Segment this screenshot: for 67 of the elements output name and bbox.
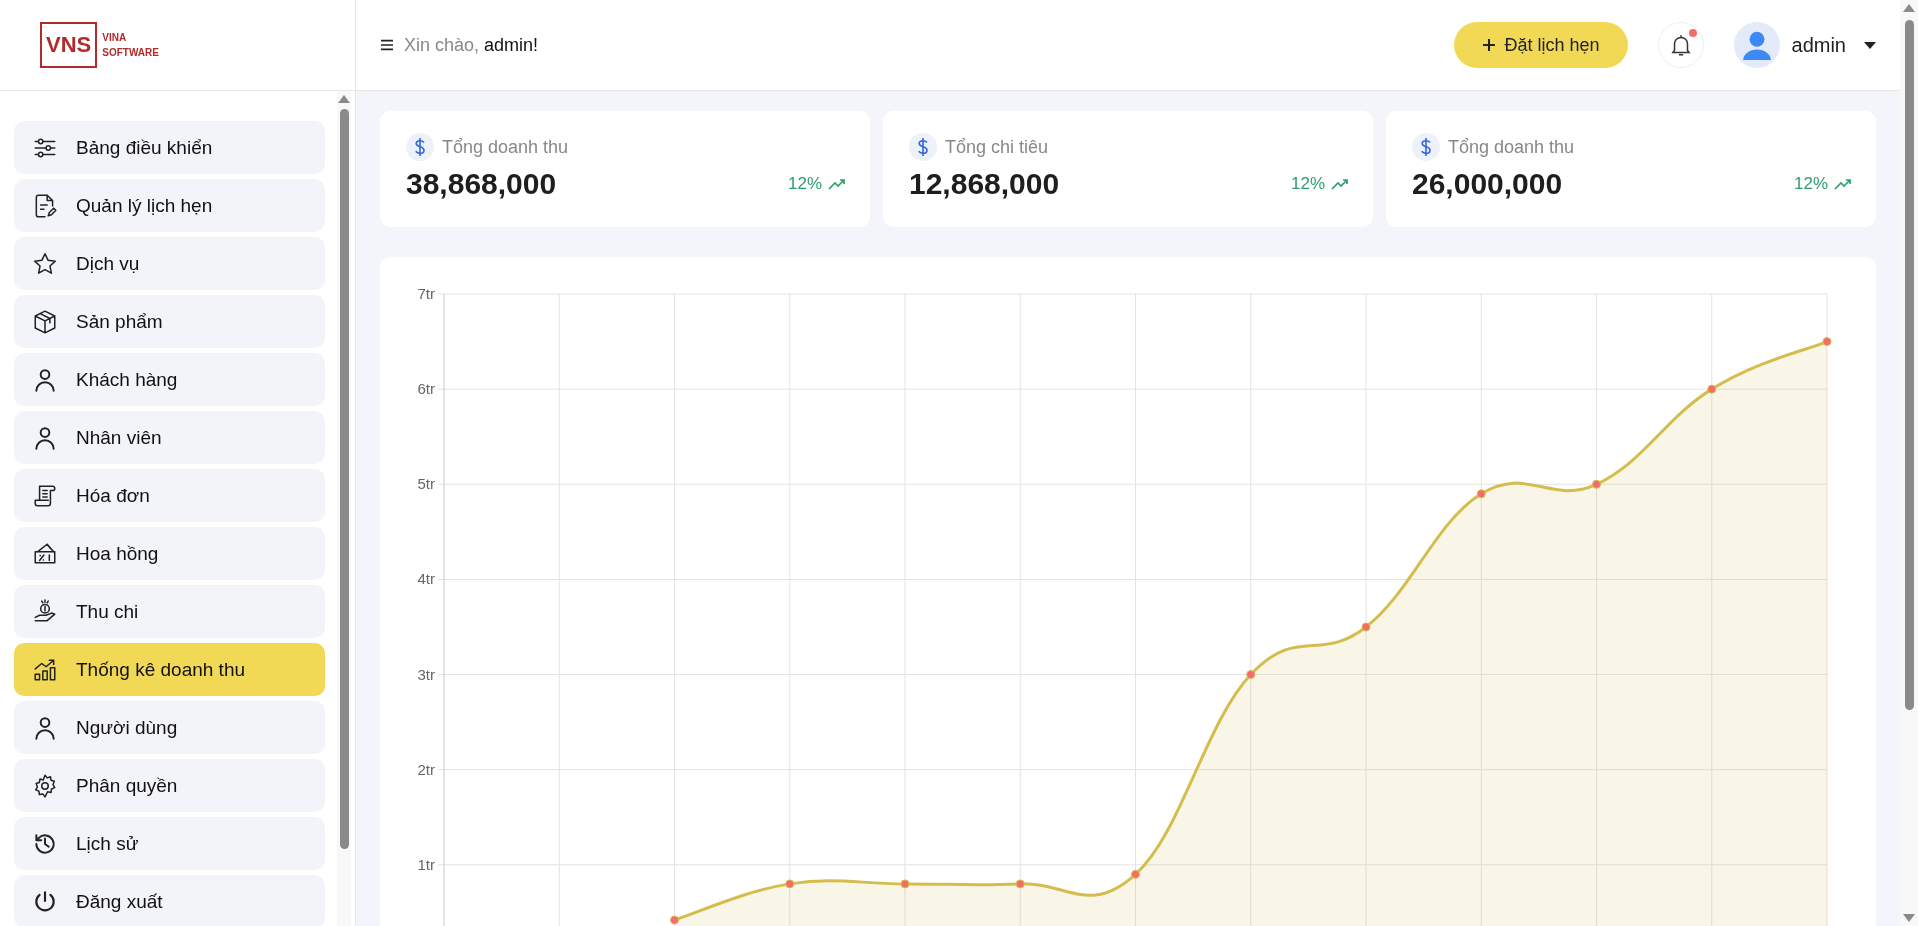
company-logo: VNS VINA SOFTWARE — [40, 22, 159, 68]
stat-value: 26,000,000 — [1412, 167, 1564, 201]
stat-value: 38,868,000 — [406, 167, 558, 201]
data-point — [670, 915, 679, 925]
sidebar-item[interactable]: Hóa đơn — [14, 469, 325, 522]
box-icon — [32, 308, 58, 335]
data-point — [1361, 622, 1371, 632]
trend-up-icon — [1834, 178, 1852, 190]
bar-chart-icon — [32, 656, 58, 683]
person-icon — [32, 366, 58, 393]
dollar-icon — [909, 133, 937, 161]
y-axis-label: 5tr — [417, 475, 435, 493]
y-axis-label: 6tr — [417, 380, 435, 398]
y-axis-label: 1tr — [417, 855, 435, 873]
stat-label: Tổng doanh thu — [442, 136, 569, 158]
caret-icon — [1864, 41, 1876, 49]
person-icon — [32, 424, 58, 451]
stat-label: Tổng chi tiêu — [945, 136, 1049, 158]
sidebar-item[interactable]: Dịch vụ — [14, 237, 325, 290]
data-point — [900, 879, 910, 889]
data-point — [1707, 384, 1717, 394]
data-point — [1822, 337, 1832, 347]
dollar-icon — [1412, 133, 1440, 161]
dollar-icon — [406, 133, 434, 161]
sidebar-item[interactable]: Nhân viên — [14, 411, 325, 464]
y-axis-label: 3tr — [417, 665, 435, 683]
data-point — [1131, 869, 1140, 879]
star-icon — [32, 250, 58, 277]
gear-icon — [32, 772, 58, 799]
greeting-text: Xin chào, — [404, 34, 480, 56]
sidebar-item[interactable]: Người dùng — [14, 701, 325, 754]
user-name-text: admin! — [484, 34, 539, 56]
stat-value: 12,868,000 — [909, 167, 1061, 201]
sidebar-item[interactable]: Khách hàng — [14, 353, 325, 406]
y-axis-label: 4tr — [417, 570, 435, 588]
change-percent: 12% — [787, 174, 822, 194]
account-menu[interactable]: admin — [1733, 22, 1876, 68]
sidebar-item[interactable]: Đăng xuất — [14, 875, 325, 926]
data-point — [1246, 670, 1256, 680]
trend-up-icon — [1331, 178, 1349, 190]
sidebar-item[interactable]: Sản phẩm — [14, 295, 325, 348]
change-percent: 12% — [1793, 174, 1828, 194]
receipt-icon — [32, 482, 58, 509]
y-axis-label: 7tr — [417, 285, 435, 302]
plus-icon — [1482, 38, 1497, 52]
sidebar-item[interactable]: Hoa hồng — [14, 527, 325, 580]
data-point — [785, 879, 795, 889]
trend-up-icon — [828, 178, 846, 190]
sidebar-item[interactable]: Quản lý lịch hẹn — [14, 179, 325, 232]
data-point — [1015, 879, 1025, 889]
sidebar-item[interactable]: Phân quyền — [14, 759, 325, 812]
sidebar-item[interactable]: Lịch sử — [14, 817, 325, 870]
scrollbar[interactable] — [337, 91, 351, 926]
y-axis-label: 2tr — [417, 760, 435, 778]
sidebar-item[interactable]: Thống kê doanh thu — [14, 643, 325, 696]
book-appointment-button[interactable]: Đặt lịch hẹn — [1454, 22, 1628, 68]
stat-label: Tổng doanh thu — [1448, 136, 1575, 158]
avatar-icon — [1733, 22, 1780, 68]
data-point — [1476, 489, 1486, 499]
person-icon — [32, 714, 58, 741]
change-percent: 12% — [1290, 174, 1325, 194]
notification-button[interactable] — [1657, 22, 1704, 68]
sidebar-item[interactable]: Bảng điều khiển — [14, 121, 325, 174]
sidebar-item[interactable]: Thu chi — [14, 585, 325, 638]
scrollbar[interactable] — [1900, 0, 1918, 926]
data-point — [1592, 479, 1601, 489]
menu-icon[interactable] — [380, 39, 394, 51]
